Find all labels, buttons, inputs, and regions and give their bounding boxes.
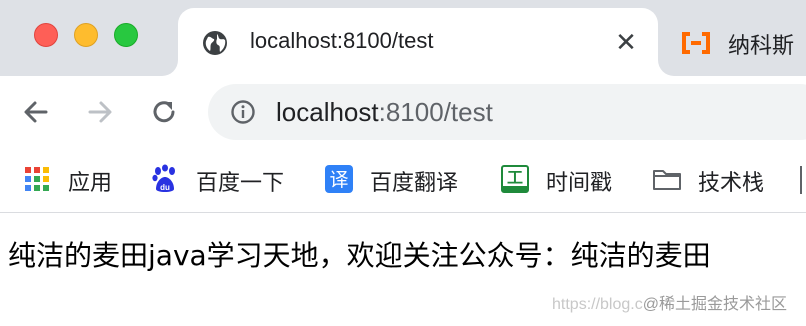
web-tool-icon: 工 [501,165,529,193]
url-host: localhost [276,97,379,127]
window-close-button[interactable] [34,23,58,47]
arrow-right-icon[interactable] [80,92,120,132]
tab-inactive[interactable]: 纳科斯 [672,8,806,68]
bookmarks-overflow-divider [800,166,802,194]
tab-title: 纳科斯 [728,33,795,58]
tab-active[interactable]: localhost:8100/test ✕ [178,8,658,80]
page-content-text: 纯洁的麦田java学习天地，欢迎关注公众号：纯洁的麦田 [8,239,711,272]
web-tool-icon-glyph: 工 [507,168,523,187]
tab-title: localhost:8100/test [250,28,434,53]
translate-icon: 译 [325,165,353,193]
toolbar: localhost:8100/test [0,76,806,148]
bookmark-label: 百度翻译 [370,170,459,195]
apps-grid-icon [25,167,49,191]
url-text[interactable]: localhost:8100/test [276,97,493,128]
bookmark-label: 技术栈 [698,170,765,195]
baidu-paw-icon: du [152,164,175,192]
address-bar[interactable]: localhost:8100/test [208,84,806,140]
url-path: :8100/test [378,97,493,127]
watermark-url: https://blog.c [552,296,643,313]
bookmark-label: 百度一下 [196,170,285,195]
globe-icon [203,31,227,55]
info-icon[interactable] [230,99,256,125]
folder-icon [653,170,681,190]
translate-icon-glyph: 译 [329,169,348,191]
watermark: https://blog.c@稀土掘金技术社区 [552,290,787,314]
window-minimize-button[interactable] [74,23,98,47]
arrow-left-icon[interactable] [16,92,56,132]
svg-text:du: du [160,183,170,192]
bookmark-label: 时间戳 [546,170,613,195]
bookmark-label: 应用 [68,170,113,195]
tab-strip: localhost:8100/test ✕ 纳科斯 [0,0,806,80]
aliyun-icon [682,32,710,54]
watermark-brand: @稀土掘金技术社区 [642,296,787,313]
reload-icon[interactable] [144,92,184,132]
window-maximize-button[interactable] [114,23,138,47]
bookmarks-bar: 应用 du 百度一下 译 百度翻译 工 时间戳 技术栈 [0,148,806,213]
tab-close-icon[interactable]: ✕ [610,26,642,58]
